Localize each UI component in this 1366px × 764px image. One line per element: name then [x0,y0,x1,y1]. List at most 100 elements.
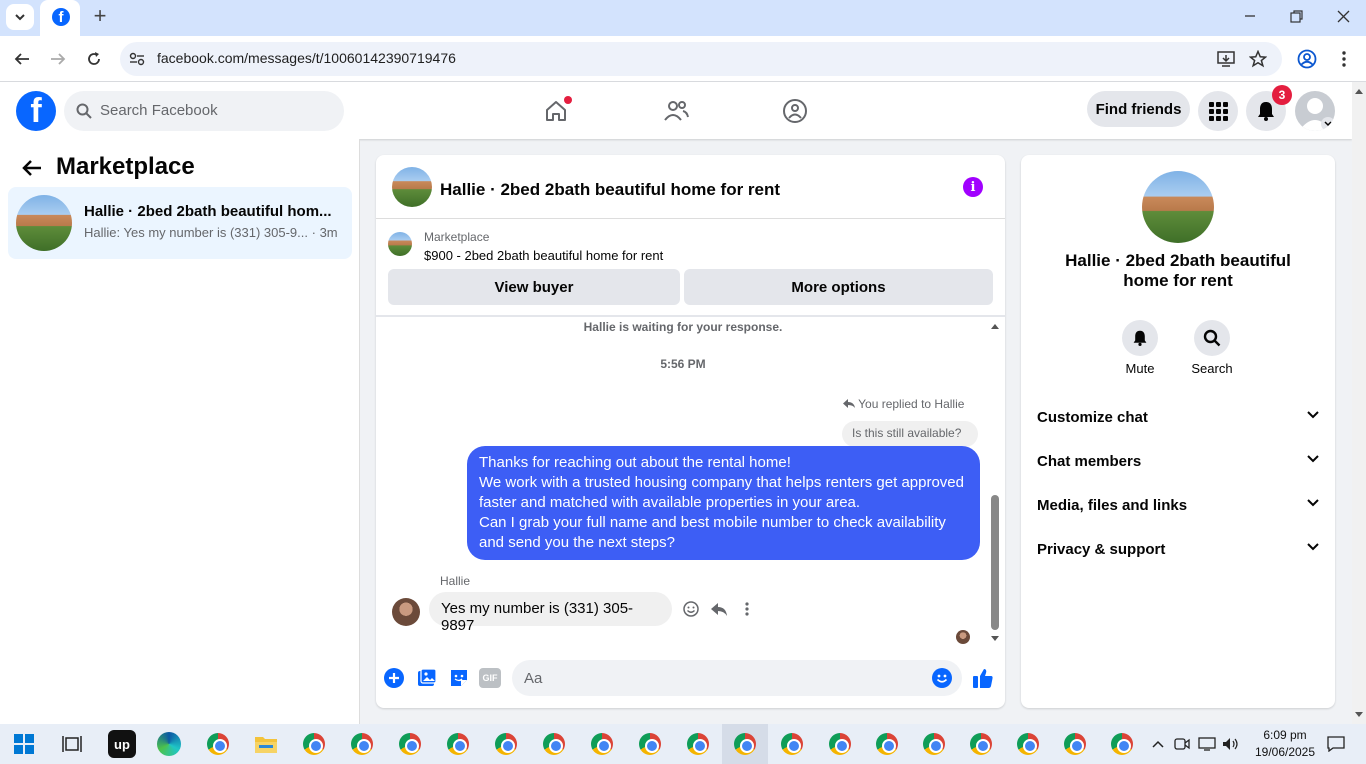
customize-chat-row[interactable]: Customize chat [1037,409,1319,433]
sticker-icon[interactable] [448,667,470,689]
profile-icon[interactable] [1295,47,1319,71]
incoming-message[interactable]: Yes my number is (331) 305-9897 [429,592,672,634]
site-settings-icon[interactable] [128,50,146,68]
emoji-icon[interactable] [932,668,952,688]
quoted-message[interactable]: Is this still available? [842,421,978,447]
react-smiley-icon[interactable] [680,598,702,620]
mute-label: Mute [1125,361,1155,376]
media-files-links-row[interactable]: Media, files and links [1037,497,1319,521]
chrome-app-icon[interactable] [396,730,424,758]
notification-center-icon[interactable] [1322,730,1350,758]
windows-start-icon[interactable] [10,730,38,758]
clock-time[interactable]: 6:09 pm [1250,728,1320,742]
more-actions-icon[interactable] [736,598,758,620]
browser-menu-icon[interactable] [1332,47,1356,71]
photo-icon[interactable] [416,667,438,689]
menu-grid-button[interactable] [1198,91,1238,131]
scroll-up-icon [1355,89,1363,94]
listing-title[interactable]: $900 - 2bed 2bath beautiful home for ren… [424,248,663,263]
back-arrow-icon[interactable] [18,155,46,181]
plus-icon[interactable] [384,668,404,688]
conversation-item[interactable]: Hallie · 2bed 2bath beautiful hom... Hal… [8,187,352,259]
chrome-app-icon[interactable] [636,730,664,758]
install-app-icon[interactable] [1214,47,1238,71]
outgoing-line: Can I grab your full name and best mobil… [479,514,946,531]
chrome-app-icon[interactable] [588,730,616,758]
forward-icon[interactable] [46,47,70,71]
chat-members-row[interactable]: Chat members [1037,453,1319,477]
conversation-time: · 3m [311,225,338,240]
search-chat-button[interactable] [1194,320,1230,356]
clock-date[interactable]: 19/06/2025 [1250,745,1320,759]
view-buyer-button[interactable]: View buyer [388,269,680,305]
chrome-app-icon[interactable] [492,730,520,758]
reload-icon[interactable] [82,47,106,71]
groups-icon[interactable] [779,96,811,126]
privacy-support-row[interactable]: Privacy & support [1037,541,1319,565]
upwork-app-icon[interactable]: up [108,730,136,758]
scroll-thumb[interactable] [991,495,999,630]
task-view-icon[interactable] [58,730,86,758]
facebook-header: f Search Facebook Find friends 3 [0,82,1352,139]
chat-header-thumbnail[interactable] [392,167,432,207]
mute-button[interactable] [1122,320,1158,356]
notifications-button[interactable]: 3 [1246,85,1292,131]
chrome-app-icon[interactable] [444,730,472,758]
section-label: Media, files and links [1037,497,1188,514]
gif-icon[interactable]: GIF [479,668,501,688]
chrome-app-icon[interactable] [1108,730,1136,758]
close-window-icon[interactable] [1331,4,1355,28]
chat-title[interactable]: Hallie · 2bed 2bath beautiful home for r… [440,180,780,200]
meet-now-icon[interactable] [1172,730,1192,758]
restore-icon[interactable] [1284,4,1308,28]
chrome-app-icon[interactable] [1061,730,1089,758]
chrome-app-icon-active[interactable] [731,730,759,758]
message-input[interactable]: Aa [512,660,962,696]
network-icon[interactable] [1196,730,1218,758]
chrome-app-icon[interactable] [967,730,995,758]
sender-avatar[interactable] [392,598,420,626]
chrome-app-icon[interactable] [826,730,854,758]
edge-app-icon[interactable] [155,730,183,758]
chrome-app-icon[interactable] [873,730,901,758]
tab-list-chevron-icon[interactable] [6,4,34,30]
back-icon[interactable] [10,47,34,71]
reply-icon[interactable] [708,598,730,620]
input-placeholder: Aa [524,670,543,687]
thumbs-up-icon[interactable] [972,666,994,690]
home-icon[interactable] [540,96,572,126]
facebook-favicon-icon: f [52,8,70,26]
minimize-icon[interactable] [1238,4,1262,28]
address-bar[interactable]: facebook.com/messages/t/1006014239071947… [120,42,1282,76]
chrome-app-icon[interactable] [1014,730,1042,758]
chat-window: Hallie · 2bed 2bath beautiful home for r… [376,155,1005,708]
page-scrollbar[interactable] [1352,82,1366,724]
chrome-app-icon[interactable] [920,730,948,758]
more-options-button[interactable]: More options [684,269,993,305]
notification-badge: 3 [1272,85,1292,105]
tray-chevron-icon[interactable] [1146,730,1170,758]
new-tab-button[interactable]: + [88,3,112,28]
chrome-app-icon[interactable] [204,730,232,758]
search-facebook-input[interactable]: Search Facebook [64,91,344,131]
info-icon[interactable]: i [963,177,983,197]
chrome-app-icon[interactable] [300,730,328,758]
search-label: Search [1191,361,1233,376]
facebook-logo[interactable]: f [16,91,56,131]
chrome-app-icon[interactable] [778,730,806,758]
outgoing-line: We work with a trusted housing company t… [479,474,964,491]
chrome-app-icon[interactable] [684,730,712,758]
chrome-app-icon[interactable] [348,730,376,758]
conversation-title: Hallie · 2bed 2bath beautiful hom... [84,203,332,220]
chat-scrollbar[interactable] [990,320,1000,645]
outgoing-message[interactable]: Thanks for reaching out about the rental… [467,446,980,560]
grid-icon [1209,102,1228,121]
file-explorer-icon[interactable] [252,730,280,758]
chrome-app-icon[interactable] [540,730,568,758]
find-friends-button[interactable]: Find friends [1087,91,1190,127]
volume-icon[interactable] [1220,730,1242,758]
browser-tab-facebook[interactable]: f [40,0,80,36]
friends-icon[interactable] [660,96,692,126]
account-avatar[interactable] [1295,91,1335,131]
bookmark-star-icon[interactable] [1246,47,1270,71]
